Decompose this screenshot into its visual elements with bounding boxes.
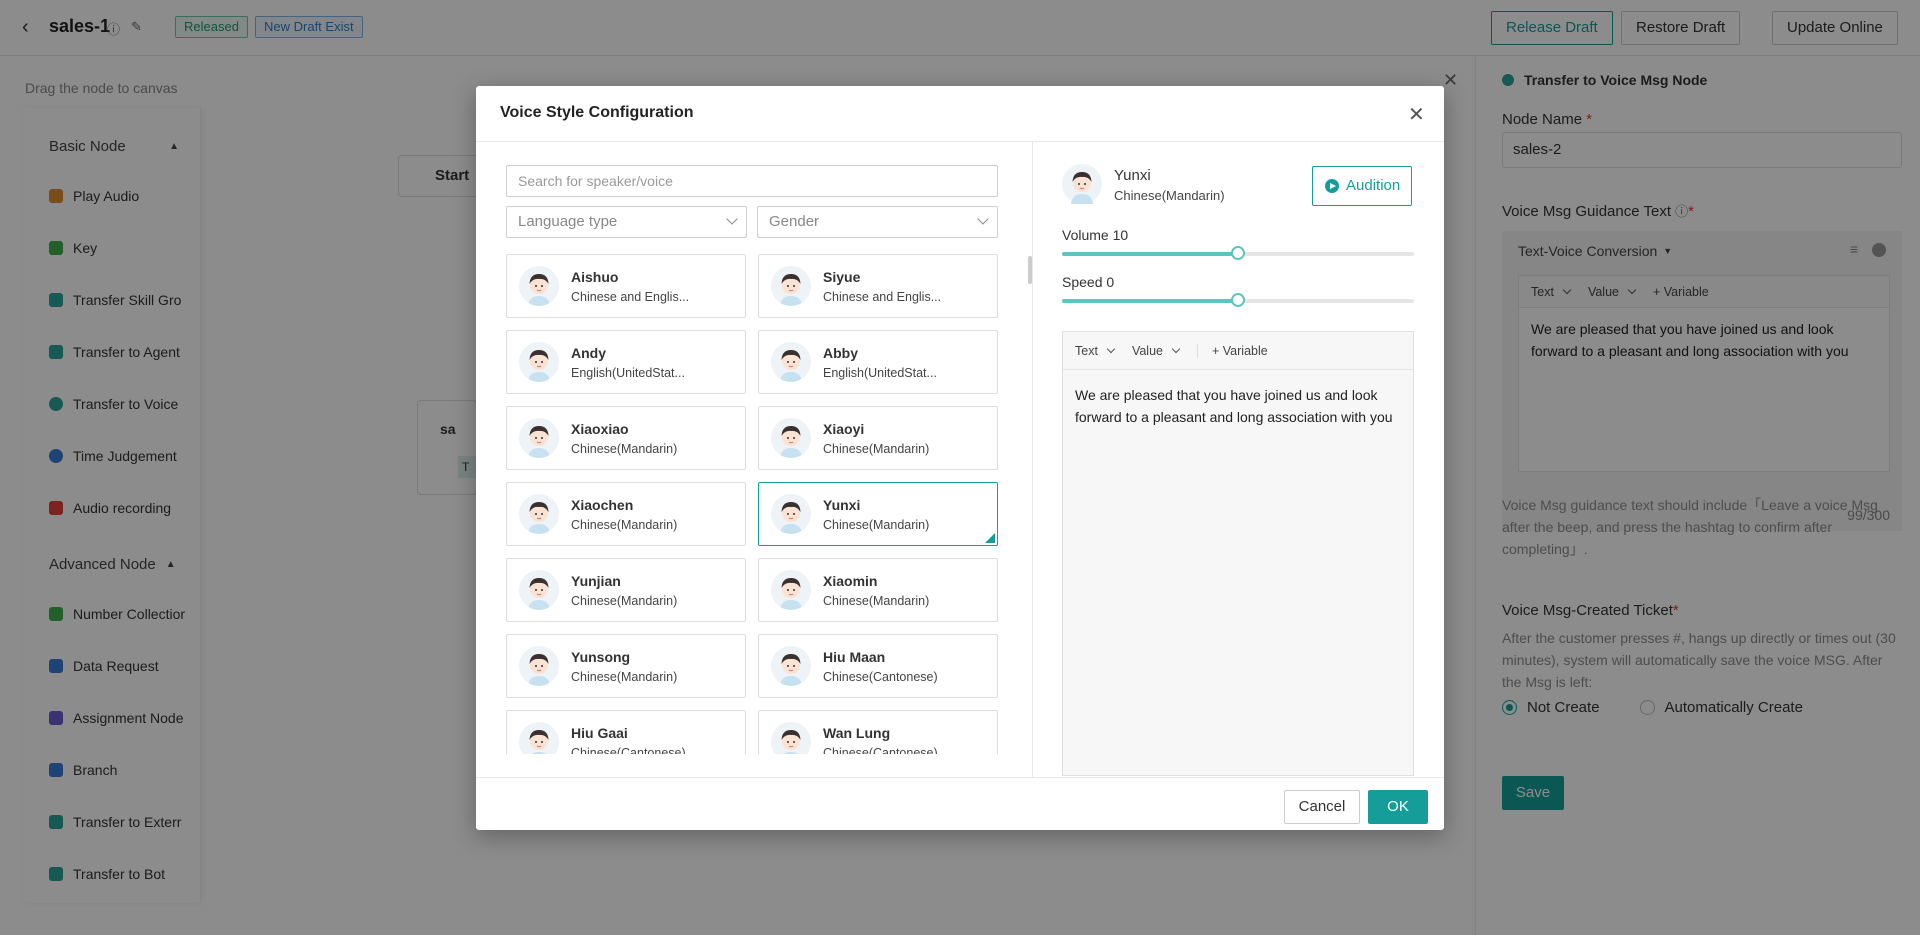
speaker-card[interactable]: Yunsong Chinese(Mandarin) (506, 634, 746, 698)
volume-label: Volume 10 (1062, 227, 1129, 243)
toolbar-divider (1196, 343, 1198, 358)
footer-divider (476, 777, 1444, 778)
speaker-language: Chinese(Mandarin) (823, 594, 930, 608)
speaker-card[interactable]: Yunjian Chinese(Mandarin) (506, 558, 746, 622)
speaker-language: Chinese(Mandarin) (571, 442, 678, 456)
selected-speaker-language: Chinese(Mandarin) (1114, 188, 1225, 203)
avatar (519, 418, 559, 458)
speaker-card[interactable]: Abby English(UnitedStat... (758, 330, 998, 394)
speaker-name: Yunjian (571, 573, 621, 589)
speaker-card[interactable]: Wan Lung Chinese(Cantonese) (758, 710, 998, 754)
speed-label: Speed 0 (1062, 274, 1115, 290)
speaker-name: Hiu Gaai (571, 725, 628, 741)
speaker-card[interactable]: Xiaoxiao Chinese(Mandarin) (506, 406, 746, 470)
modal-title: Voice Style Configuration (500, 104, 694, 121)
avatar (771, 418, 811, 458)
editor-toolbar: Text Value + Variable (1063, 332, 1413, 370)
speed-slider[interactable] (1062, 293, 1414, 307)
avatar (519, 494, 559, 534)
avatar (519, 722, 559, 754)
avatar (519, 570, 559, 610)
speaker-name: Siyue (823, 269, 861, 285)
speaker-card[interactable]: Siyue Chinese and Englis... (758, 254, 998, 318)
audition-button[interactable]: Audition (1312, 166, 1412, 206)
speaker-name: Abby (823, 345, 858, 361)
speaker-language: Chinese(Mandarin) (571, 670, 678, 684)
speaker-language: English(UnitedStat... (571, 366, 685, 380)
speaker-card[interactable]: Xiaomin Chinese(Mandarin) (758, 558, 998, 622)
speaker-card[interactable]: Xiaoyi Chinese(Mandarin) (758, 406, 998, 470)
speaker-search-input[interactable]: Search for speaker/voice (506, 165, 998, 197)
speaker-name: Aishuo (571, 269, 619, 285)
speaker-list: Aishuo Chinese and Englis... Siyue Chinese … (506, 254, 1000, 754)
text-insert-dropdown[interactable]: Text (1075, 344, 1116, 358)
speaker-language: Chinese(Cantonese) (823, 670, 938, 684)
volume-fill (1062, 252, 1238, 256)
speaker-name: Yunsong (571, 649, 631, 665)
speaker-name: Xiaochen (571, 497, 634, 513)
avatar (519, 266, 559, 306)
speaker-card[interactable]: Yunxi Chinese(Mandarin) (758, 482, 998, 546)
speaker-language: Chinese(Mandarin) (823, 518, 930, 532)
play-icon (1325, 179, 1339, 193)
speaker-card[interactable]: Aishuo Chinese and Englis... (506, 254, 746, 318)
gender-select[interactable]: Gender (757, 206, 998, 238)
speaker-language: Chinese(Mandarin) (571, 594, 678, 608)
header-divider (476, 141, 1444, 142)
close-icon[interactable]: ✕ (1408, 102, 1425, 127)
avatar (771, 570, 811, 610)
speaker-language: Chinese and Englis... (571, 290, 690, 304)
speaker-name: Wan Lung (823, 725, 891, 741)
avatar (771, 722, 811, 754)
chevron-down-icon (726, 213, 738, 225)
speaker-card[interactable]: Hiu Maan Chinese(Cantonese) (758, 634, 998, 698)
speaker-language: Chinese(Cantonese) (823, 746, 938, 754)
speaker-language: Chinese(Cantonese) (571, 746, 686, 754)
voice-style-modal: Voice Style Configuration ✕ Search for s… (476, 86, 1444, 830)
speaker-name: Xiaoxiao (571, 421, 629, 437)
speaker-name: Andy (571, 345, 606, 361)
speaker-card[interactable]: Xiaochen Chinese(Mandarin) (506, 482, 746, 546)
speaker-language: English(UnitedStat... (823, 366, 937, 380)
speaker-name: Hiu Maan (823, 649, 886, 665)
ok-button[interactable]: OK (1368, 790, 1428, 824)
speaker-language: Chinese(Mandarin) (571, 518, 678, 532)
volume-slider[interactable] (1062, 246, 1414, 260)
speaker-name: Xiaomin (823, 573, 878, 589)
speaker-card[interactable]: Hiu Gaai Chinese(Cantonese) (506, 710, 746, 754)
editor-text: We are pleased that you have joined us a… (1075, 387, 1393, 425)
speaker-name: Yunxi (823, 497, 861, 513)
avatar (771, 646, 811, 686)
value-insert-dropdown[interactable]: Value (1132, 344, 1181, 358)
chevron-down-icon (977, 213, 989, 225)
speaker-card[interactable]: Andy English(UnitedStat... (506, 330, 746, 394)
avatar (771, 266, 811, 306)
avatar (519, 342, 559, 382)
speed-handle[interactable] (1231, 293, 1245, 307)
avatar (771, 342, 811, 382)
avatar (771, 494, 811, 534)
column-divider (1032, 142, 1033, 777)
selected-speaker-name: Yunxi (1114, 167, 1151, 184)
language-select[interactable]: Language type (506, 206, 747, 238)
voice-text-editor[interactable]: Text Value + Variable We are pleased tha… (1062, 331, 1414, 776)
cancel-button[interactable]: Cancel (1284, 790, 1360, 824)
speed-fill (1062, 299, 1238, 303)
volume-handle[interactable] (1231, 246, 1245, 260)
avatar (519, 646, 559, 686)
variable-insert-button[interactable]: + Variable (1212, 344, 1268, 358)
speaker-language: Chinese(Mandarin) (823, 442, 930, 456)
avatar (1062, 164, 1102, 204)
speaker-language: Chinese and Englis... (823, 290, 942, 304)
speaker-name: Xiaoyi (823, 421, 865, 437)
